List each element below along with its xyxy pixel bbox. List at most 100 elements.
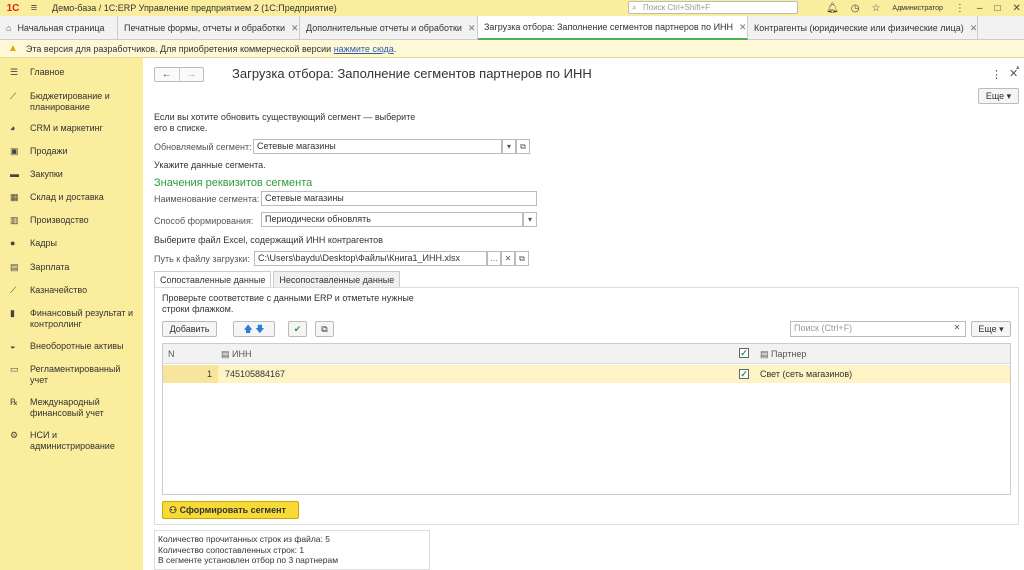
tab-label: Загрузка отбора: Заполнение сегментов па… [484,22,734,32]
segment-label: Обновляемый сегмент: [154,142,252,152]
col-partner: Партнер [771,349,807,359]
clear-icon[interactable]: ✕ [501,251,515,266]
bag-icon: ▣ [10,146,19,156]
more-button[interactable]: Еще ▾ [978,88,1019,104]
search-icon: ⌕ [632,3,637,12]
sidebar-item-crm[interactable]: ◕ CRM и маркетинг [0,123,109,134]
group-title: Значения реквизитов сегмента [154,177,313,189]
tab-unmatched-data[interactable]: Несопоставленные данные [273,271,401,288]
sidebar-item-hr[interactable]: ● Кадры [0,238,63,249]
table-search-input[interactable]: Поиск (Ctrl+F) [790,321,966,337]
col-partner-header[interactable]: ▤ Партнер [760,344,806,364]
table-more-button[interactable]: Еще ▾ [971,321,1011,337]
header-checkbox[interactable]: ✓ [739,348,749,358]
row-partner: Свет (сеть магазинов) [760,369,853,379]
money-icon: ▤ [10,262,19,272]
tab-additional-reports[interactable]: Дополнительные отчеты и обработки ✕ [300,16,478,40]
sidebar-item-ifrs[interactable]: ℞ Международный финансовый учет [0,397,143,419]
menu-lines-icon: ☰ [10,67,19,77]
dropdown-icon[interactable]: ▾ [502,139,516,154]
sidebar-item-label: Финансовый результат и контроллинг [30,308,134,329]
vertical-scrollbar[interactable]: ▴ [1016,63,1024,570]
segment-field[interactable]: Сетевые магазины [253,139,502,154]
sidebar-item-label: Главное [30,67,65,77]
tab-home[interactable]: ⌂ Начальная страница [0,16,118,40]
close-icon[interactable]: ✕ [739,22,747,33]
row-number: 1 [163,365,218,383]
sidebar-item-budgeting[interactable]: ⟋ Бюджетирование и планирование [0,91,143,113]
sidebar-item-production[interactable]: ▥ Производство [0,215,95,226]
tab-segment-load[interactable]: Загрузка отбора: Заполнение сегментов па… [478,16,748,40]
sidebar-item-label: Регламентированный учет [30,364,121,385]
app-logo: 1С [6,2,20,14]
menu-icon[interactable]: ≡ [26,2,42,14]
sidebar-item-admin[interactable]: ⚙ НСИ и администрирование [0,430,143,452]
col-inn-header[interactable]: ▤ ИНН [221,344,252,364]
sidebar-item-main[interactable]: ☰ Главное [0,67,70,78]
tab-counterparties[interactable]: Контрагенты (юридические или физические … [748,16,978,40]
star-icon[interactable]: ☆ [871,3,880,14]
buy-link[interactable]: нажмите сюда [334,44,394,54]
method-label: Способ формирования: [154,216,254,226]
minimize-icon[interactable]: – [977,3,983,14]
back-arrow-icon[interactable]: ← [155,68,179,81]
maximize-icon[interactable]: □ [994,3,1000,14]
close-icon[interactable]: ✕ [970,23,978,34]
file-path-field[interactable]: C:\Users\baydu\Desktop\Файлы\Книга1_ИНН.… [254,251,487,266]
sidebar-item-sales[interactable]: ▣ Продажи [0,146,74,157]
dropdown-icon[interactable]: ▾ [523,212,537,227]
close-icon[interactable]: ✕ [468,23,476,34]
segment-name-label: Наименование сегмента: [154,194,260,204]
clear-search-icon[interactable]: ✕ [949,321,965,337]
more-label: Еще [985,91,1005,101]
sidebar-item-warehouse[interactable]: ▦ Склад и доставка [0,192,110,203]
col-n[interactable]: N [168,344,175,364]
add-button[interactable]: Добавить [162,321,217,337]
open-icon[interactable]: ⧉ [516,139,530,154]
sections-sidebar: ☰ Главное ⟋ Бюджетирование и планирование … [0,58,143,570]
open-icon[interactable]: ⧉ [515,251,529,266]
sidebar-item-treasury[interactable]: ⟋ Казначейство [0,285,93,296]
segment-name-field[interactable]: Сетевые магазины [261,191,537,206]
user-name[interactable]: Администратор [892,5,943,12]
sidebar-item-financial-result[interactable]: ▮ Финансовый результат и контроллинг [0,308,143,330]
copy-icon[interactable]: ⧉ [315,321,334,337]
check-all-icon[interactable]: ✔ [288,321,307,337]
settings-icon[interactable]: ⋮ [955,3,965,14]
person-icon: ● [10,238,16,248]
row-inn: 745105884167 [225,369,286,379]
bell-icon[interactable]: 🔔︎ [826,3,839,14]
arrow-down-icon[interactable]: 🡇︎ [255,324,264,334]
form-segment-button[interactable]: ⚇ Сформировать сегмент [162,501,299,519]
col-inn: ИНН [232,349,252,359]
sidebar-item-label: Казначейство [30,285,88,295]
row-checkbox[interactable]: ✓ [739,369,749,379]
scroll-up-icon[interactable]: ▴ [1016,63,1024,71]
forward-arrow-icon[interactable]: → [178,68,204,81]
car-icon: ◒ [10,341,16,351]
file-path-label: Путь к файлу загрузки: [154,254,250,264]
treasury-icon: ⟋ [10,285,17,295]
tab-print-forms[interactable]: Печатные формы, отчеты и обработки ✕ [118,16,300,40]
sidebar-item-label: Бюджетирование и планирование [30,91,110,112]
method-select[interactable]: Периодически обновлять [261,212,523,227]
arrow-up-icon[interactable]: 🡅︎ [243,324,252,334]
global-search-placeholder: Поиск Ctrl+Shift+F [643,3,711,12]
form-segment-label: Сформировать сегмент [179,505,286,515]
close-window-icon[interactable]: ✕ [1013,3,1021,14]
sidebar-item-label: Международный финансовый учет [30,397,104,418]
browse-icon[interactable]: … [487,251,501,266]
more-actions-icon[interactable]: ⋮ [991,68,1002,81]
hint-specify-segment: Укажите данные сегмента. [154,160,266,170]
data-tabs: Сопоставленные данные Несопоставленные д… [154,271,402,288]
sidebar-item-purchases[interactable]: ▬ Закупки [0,169,69,180]
sidebar-item-regulated-accounting[interactable]: ▭ Регламентированный учет [0,364,143,386]
sidebar-item-salary[interactable]: ▤ Зарплата [0,262,75,273]
sidebar-item-fixed-assets[interactable]: ◒ Внеоборотные активы [0,341,129,352]
open-windows-tabs: ⌂ Начальная страница Печатные формы, отч… [0,16,1024,40]
tab-matched-data[interactable]: Сопоставленные данные [154,271,272,288]
history-icon[interactable]: ◷ [851,3,860,14]
close-icon[interactable]: ✕ [291,23,299,34]
table-row[interactable]: 1 745105884167 ✓ Свет (сеть магазинов) [163,365,1010,383]
global-search-input[interactable]: ⌕ Поиск Ctrl+Shift+F [628,1,798,14]
